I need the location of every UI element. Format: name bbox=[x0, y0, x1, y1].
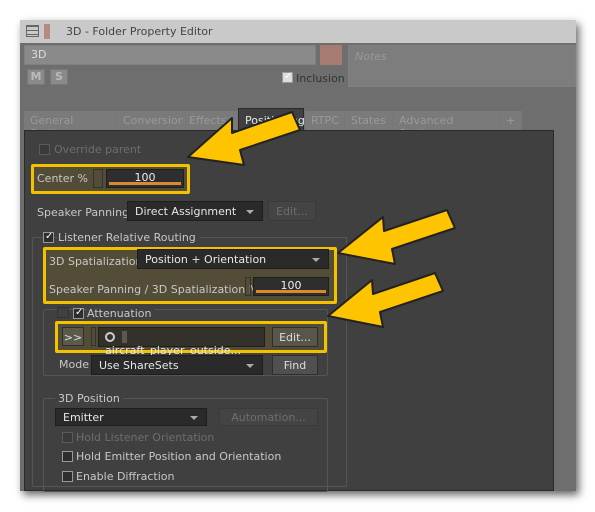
arrow-icon bbox=[337, 209, 456, 265]
annotation-arrows bbox=[187, 111, 456, 328]
arrow-icon bbox=[187, 111, 301, 166]
arrow-icon bbox=[327, 272, 444, 328]
